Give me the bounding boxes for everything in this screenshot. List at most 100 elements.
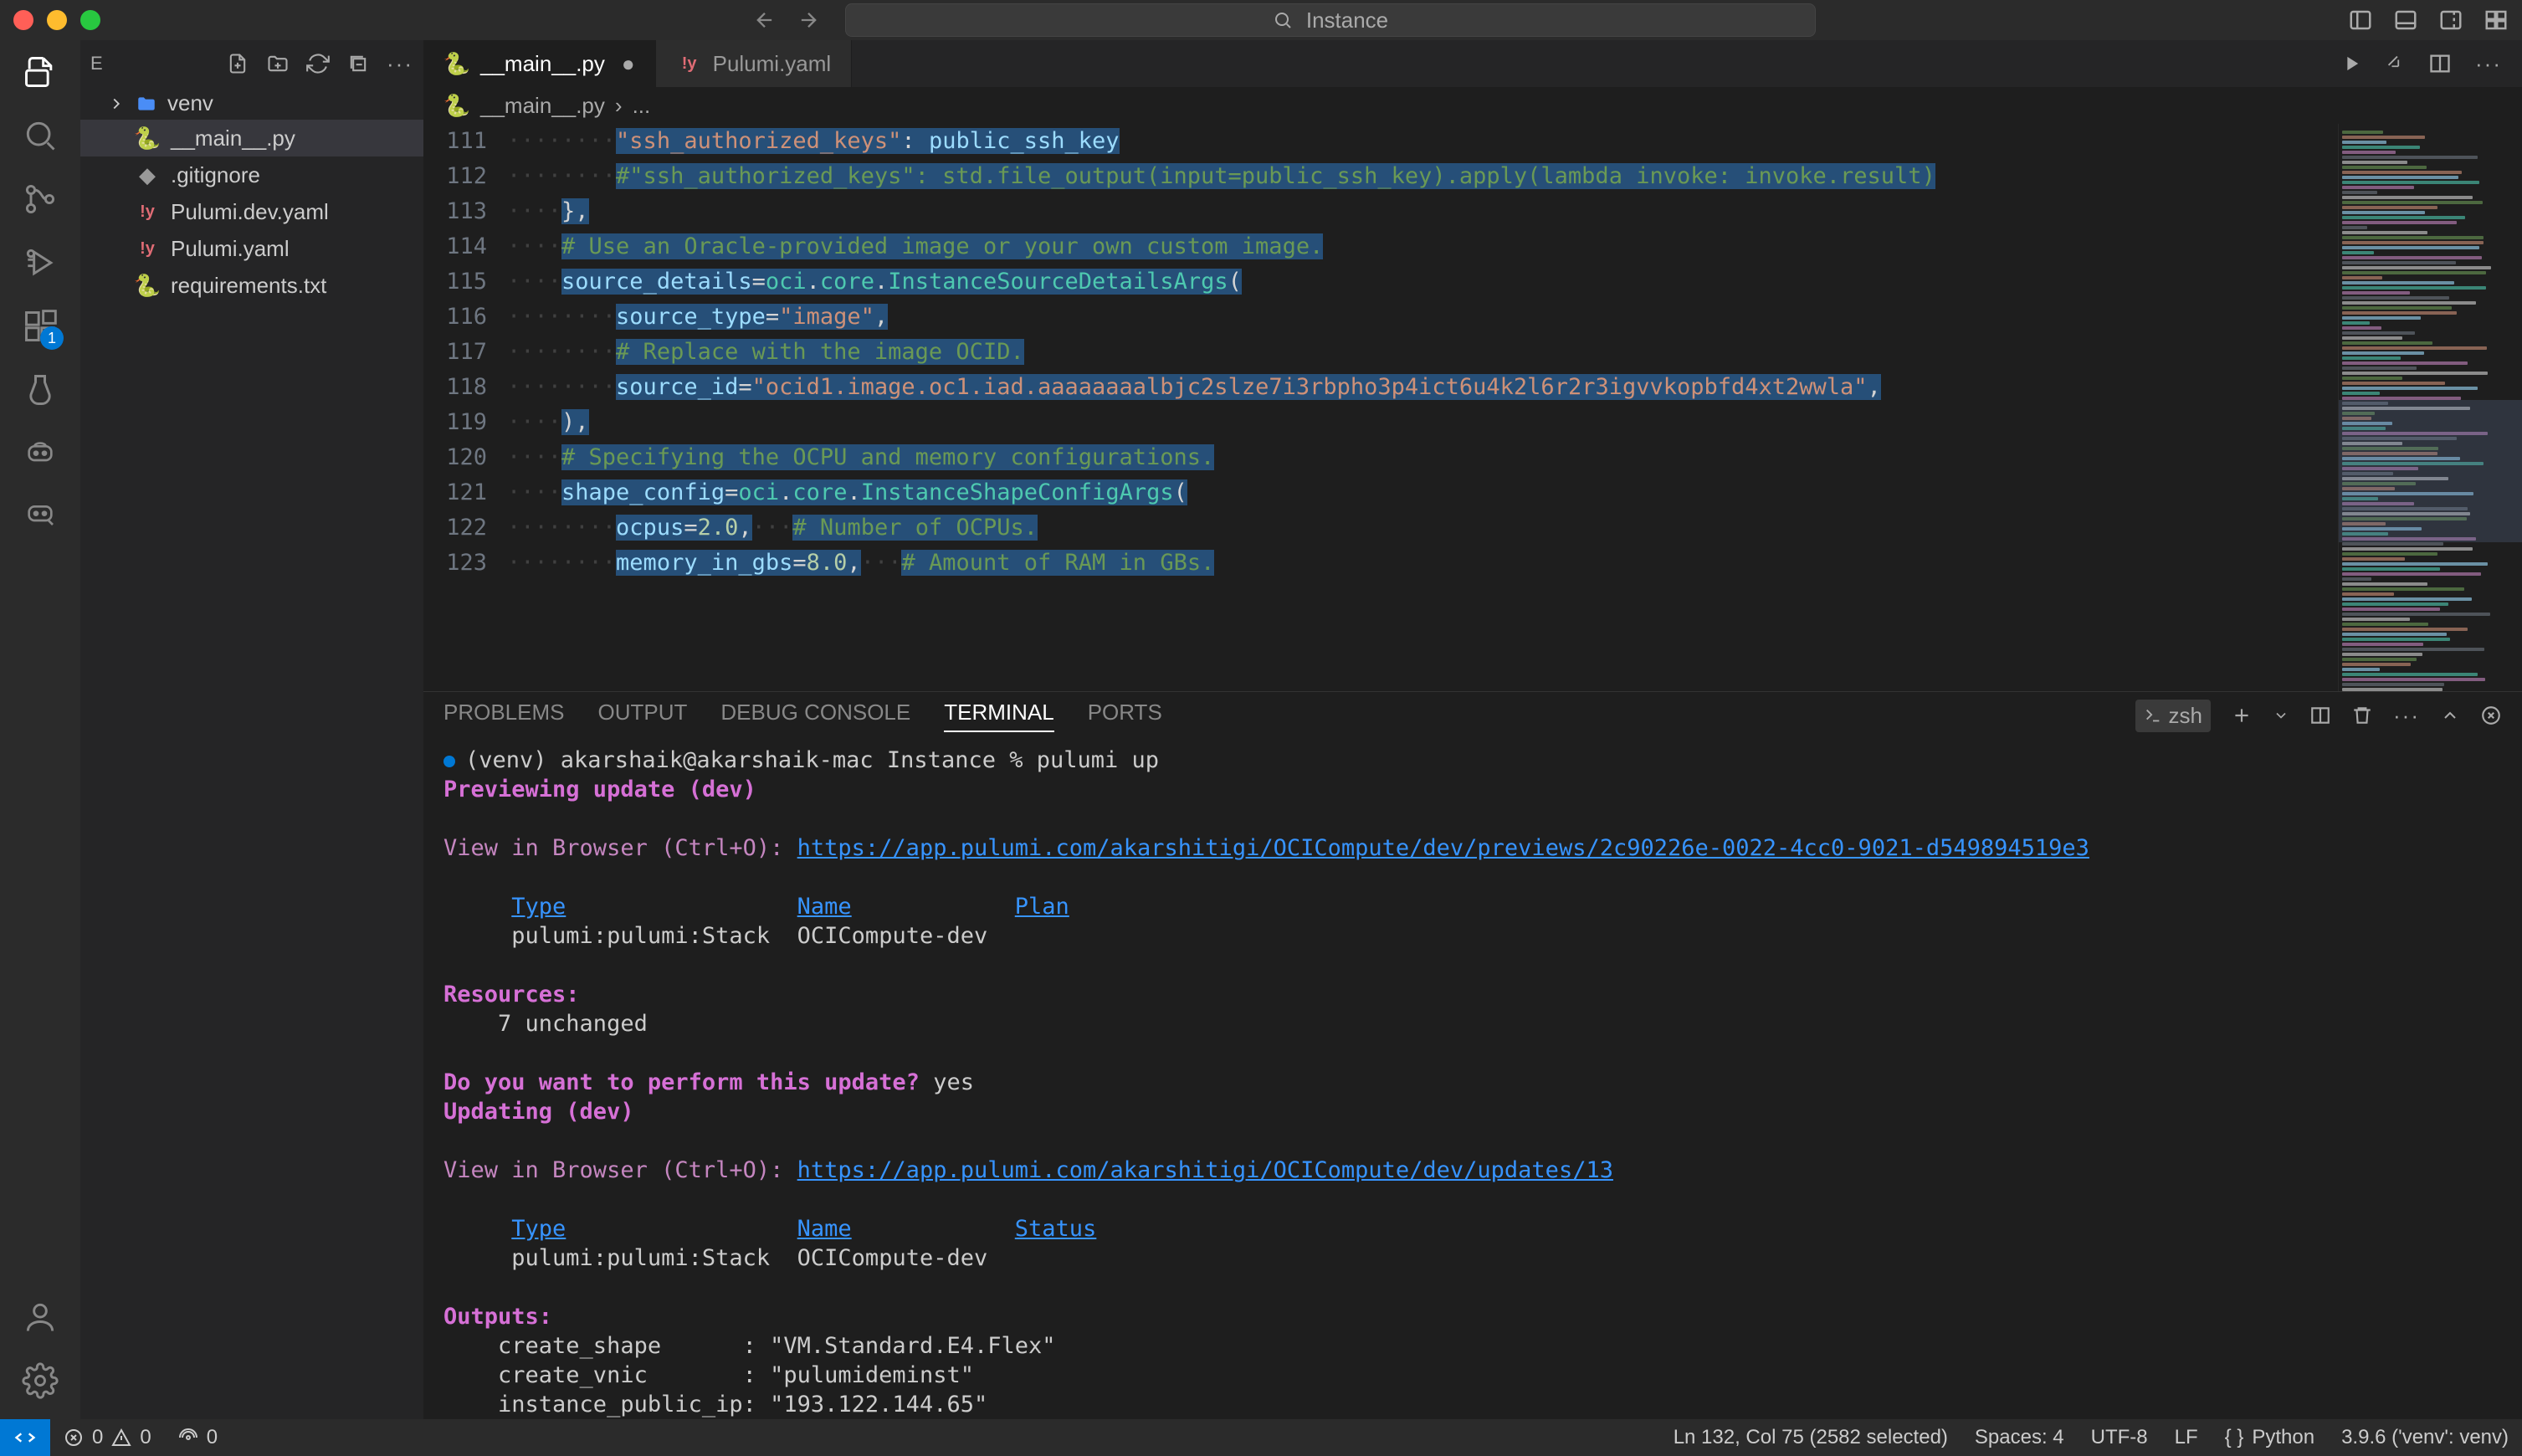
file-item[interactable]: 🐍requirements.txt xyxy=(80,267,423,304)
split-editor-icon[interactable] xyxy=(2428,52,2452,75)
testing-icon[interactable] xyxy=(22,372,59,408)
file-item[interactable]: !y Pulumi.yaml xyxy=(80,230,423,267)
minimize-window-button[interactable] xyxy=(47,10,67,30)
maximize-window-button[interactable] xyxy=(80,10,100,30)
run-debug-icon[interactable] xyxy=(22,244,59,281)
folder-icon xyxy=(136,93,157,115)
editor-tab[interactable]: 🐍 __main__.py ● xyxy=(423,40,656,87)
terminal-previewing: Previewing update (dev) xyxy=(443,777,756,802)
status-language[interactable]: { } Python xyxy=(2212,1426,2328,1449)
status-eol[interactable]: LF xyxy=(2161,1426,2212,1449)
tab-dirty-icon[interactable]: ● xyxy=(622,51,635,77)
terminal-dropdown-icon[interactable] xyxy=(2273,707,2289,724)
minimap[interactable] xyxy=(2338,124,2522,691)
collapse-all-icon[interactable] xyxy=(346,52,370,75)
status-ports[interactable]: 0 xyxy=(165,1426,231,1449)
code-line: ········source_id="ocid1.image.oc1.iad.a… xyxy=(507,370,2522,405)
file-label: Pulumi.yaml xyxy=(171,236,290,262)
nav-back-icon[interactable] xyxy=(753,8,777,32)
status-problems[interactable]: 0 0 xyxy=(50,1426,165,1449)
col-name: Name xyxy=(797,894,852,920)
toggle-panel-icon[interactable] xyxy=(2393,8,2418,33)
broadcast-icon xyxy=(178,1428,198,1448)
code-editor[interactable]: 111112113114115116117118119120121122123 … xyxy=(423,124,2522,691)
command-center-search[interactable]: Instance xyxy=(845,3,1816,37)
panel-tab-debug-console[interactable]: DEBUG CONSOLE xyxy=(720,700,910,732)
panel-tab-problems[interactable]: PROBLEMS xyxy=(443,700,565,732)
yaml-icon: !y xyxy=(134,235,161,262)
view-in-browser-label: View in Browser (Ctrl+O): xyxy=(443,835,797,861)
panel-tab-output[interactable]: OUTPUT xyxy=(598,700,688,732)
more-icon[interactable]: ··· xyxy=(387,51,413,77)
new-terminal-icon[interactable] xyxy=(2231,705,2253,726)
chevron-right-icon xyxy=(107,95,126,113)
status-spaces[interactable]: Spaces: 4 xyxy=(1961,1426,2078,1449)
run-button-icon[interactable] xyxy=(2340,52,2363,75)
col-type: Type xyxy=(511,894,566,920)
tab-label: __main__.py xyxy=(480,51,605,77)
code-line: ····shape_config=oci.core.InstanceShapeC… xyxy=(507,475,2522,510)
python-icon: 🐍 xyxy=(443,50,470,77)
refresh-icon[interactable] xyxy=(306,52,330,75)
settings-gear-icon[interactable] xyxy=(22,1362,59,1399)
python-icon: 🐍 xyxy=(134,125,161,151)
split-terminal-icon[interactable] xyxy=(2309,705,2331,726)
maximize-panel-icon[interactable] xyxy=(2440,705,2460,725)
new-file-icon[interactable] xyxy=(226,52,249,75)
file-item[interactable]: 🐍 __main__.py xyxy=(80,120,423,156)
close-panel-icon[interactable] xyxy=(2480,705,2502,726)
panel-more-icon[interactable]: ··· xyxy=(2393,703,2420,729)
terminal-prompt: (venv) akarshaik@akarshaik-mac Instance … xyxy=(465,747,1037,773)
folder-venv[interactable]: venv xyxy=(80,87,423,120)
code-line: ····source_details=oci.core.InstanceSour… xyxy=(507,264,2522,300)
source-control-icon[interactable] xyxy=(22,181,59,218)
extensions-icon[interactable]: 1 xyxy=(22,308,59,345)
file-label: Pulumi.dev.yaml xyxy=(171,199,329,225)
git-icon: ◆ xyxy=(134,161,161,188)
search-icon xyxy=(1273,10,1293,30)
output-vnic: create_vnic : "pulumideminst" xyxy=(443,1362,974,1388)
status-cursor[interactable]: Ln 132, Col 75 (2582 selected) xyxy=(1660,1426,1961,1449)
file-label: __main__.py xyxy=(171,126,295,151)
panel-tab-ports[interactable]: PORTS xyxy=(1088,700,1162,732)
copilot-icon[interactable] xyxy=(23,435,57,469)
code-line: ····}, xyxy=(507,194,2522,229)
terminal-output[interactable]: (venv) akarshaik@akarshaik-mac Instance … xyxy=(423,739,2522,1419)
updating-label: Updating (dev) xyxy=(443,1099,634,1125)
close-window-button[interactable] xyxy=(13,10,33,30)
file-item[interactable]: ◆.gitignore xyxy=(80,156,423,193)
search-activity-icon[interactable] xyxy=(22,117,59,154)
output-shape: create_shape : "VM.Standard.E4.Flex" xyxy=(443,1333,1056,1359)
nav-forward-icon[interactable] xyxy=(797,8,820,32)
yaml-icon: !y xyxy=(676,50,703,77)
customize-layout-icon[interactable] xyxy=(2484,8,2509,33)
accounts-icon[interactable] xyxy=(22,1299,59,1336)
new-folder-icon[interactable] xyxy=(266,52,290,75)
toggle-secondary-sidebar-icon[interactable] xyxy=(2438,8,2463,33)
kill-terminal-icon[interactable] xyxy=(2351,705,2373,726)
chevron-right-icon: › xyxy=(615,93,623,119)
editor-tab[interactable]: !yPulumi.yaml xyxy=(656,40,853,87)
code-line: ········#"ssh_authorized_keys": std.file… xyxy=(507,159,2522,194)
code-line: ········"ssh_authorized_keys": public_ss… xyxy=(507,124,2522,159)
code-line: ····# Use an Oracle-provided image or yo… xyxy=(507,229,2522,264)
editor-area: 🐍 __main__.py ● !yPulumi.yaml ··· 🐍 __main_… xyxy=(423,40,2522,1419)
breadcrumb[interactable]: 🐍 __main__.py › ... xyxy=(423,87,2522,124)
more-actions-icon[interactable]: ··· xyxy=(2475,51,2502,77)
toggle-primary-sidebar-icon[interactable] xyxy=(2348,8,2373,33)
terminal-profile-icon[interactable]: zsh xyxy=(2135,700,2211,732)
preview-url-link[interactable]: https://app.pulumi.com/akarshitigi/OCICo… xyxy=(797,835,2089,861)
file-item[interactable]: !yPulumi.dev.yaml xyxy=(80,193,423,230)
panel-tab-terminal[interactable]: TERMINAL xyxy=(944,700,1053,732)
status-encoding[interactable]: UTF-8 xyxy=(2078,1426,2161,1449)
search-text: Instance xyxy=(1306,8,1388,33)
status-interpreter[interactable]: 3.9.6 ('venv': venv) xyxy=(2328,1426,2522,1449)
remote-indicator[interactable] xyxy=(0,1419,50,1456)
resources-label: Resources: xyxy=(443,982,580,1007)
run-dropdown-icon[interactable] xyxy=(2386,54,2405,73)
copilot-chat-icon[interactable] xyxy=(23,495,57,529)
explorer-icon[interactable] xyxy=(22,54,59,90)
confirm-answer: yes xyxy=(920,1069,974,1095)
minimap-viewport[interactable] xyxy=(2339,400,2522,542)
update-url-link[interactable]: https://app.pulumi.com/akarshitigi/OCICo… xyxy=(797,1157,1613,1183)
